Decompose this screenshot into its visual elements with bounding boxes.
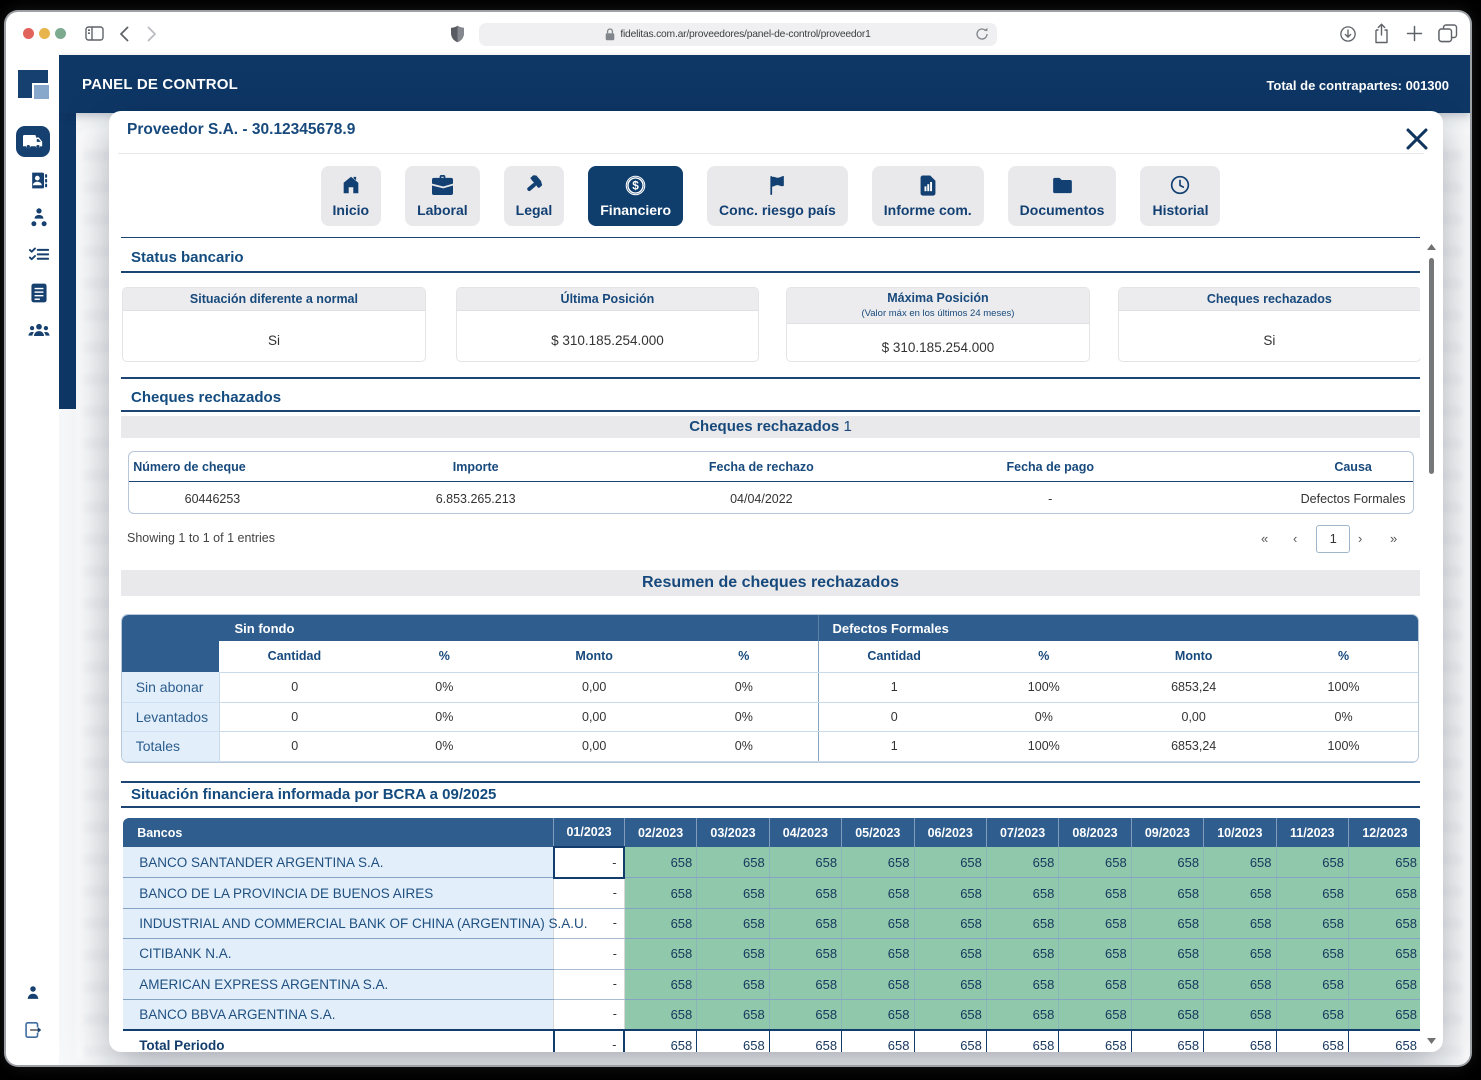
- svg-text:$: $: [632, 179, 639, 193]
